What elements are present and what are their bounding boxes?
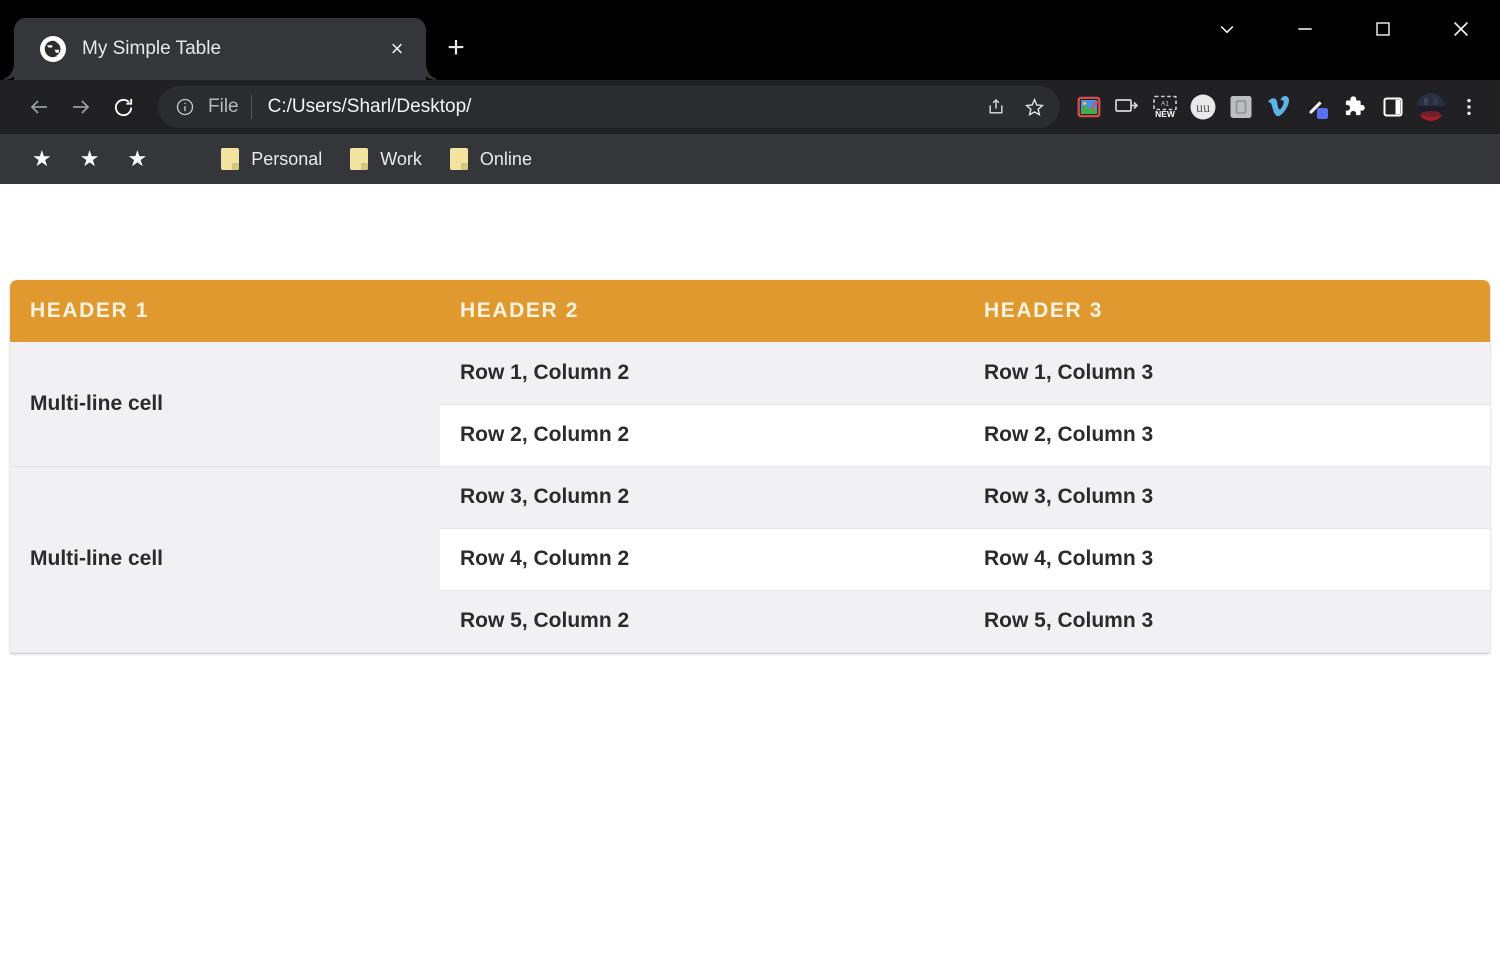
browser-tab[interactable]: My Simple Table × [14, 18, 426, 80]
table-row: Multi-line cell Row 3, Column 2 Row 3, C… [10, 466, 1490, 528]
omnibox-url[interactable]: C:/Users/Sharl/Desktop/ [268, 96, 974, 118]
vimeo-v-icon[interactable] [1260, 88, 1298, 126]
eyedropper-icon[interactable] [1298, 88, 1336, 126]
star-icon: ★ [32, 148, 52, 170]
table-body: Multi-line cell Row 1, Column 2 Row 1, C… [10, 342, 1490, 652]
three-dot-menu-icon[interactable] [1450, 88, 1488, 126]
bookmark-folder-online[interactable]: Online [440, 142, 542, 176]
omnibox-scheme-label: File [208, 96, 239, 118]
reload-icon[interactable] [102, 86, 144, 128]
puzzle-piece-icon[interactable] [1336, 88, 1374, 126]
side-panel-icon[interactable] [1374, 88, 1412, 126]
omnibox-divider [251, 95, 252, 119]
multi-line-cell: Multi-line cell [10, 342, 440, 466]
table-cell: Row 1, Column 3 [964, 342, 1490, 404]
bookmark-folder-personal[interactable]: Personal [211, 142, 332, 176]
svg-text:uu: uu [1196, 101, 1210, 116]
forward-icon[interactable] [60, 86, 102, 128]
data-table: HEADER 1 HEADER 2 HEADER 3 Multi-line ce… [10, 280, 1490, 653]
cast-icon[interactable] [1108, 88, 1146, 126]
svg-text:A1: A1 [1161, 101, 1169, 108]
bookmarks-bar: ★ ★ ★ Personal Work Online [0, 134, 1500, 184]
bookmark-label: Online [480, 149, 532, 170]
table-header-row: HEADER 1 HEADER 2 HEADER 3 [10, 280, 1490, 342]
table-cell: Row 4, Column 3 [964, 528, 1490, 590]
column-header-1[interactable]: HEADER 1 [10, 280, 440, 342]
table-cell: Row 2, Column 2 [440, 404, 964, 466]
column-header-3[interactable]: HEADER 3 [964, 280, 1490, 342]
share-icon[interactable] [980, 91, 1012, 123]
scan-new-icon[interactable]: A1 NEW [1146, 88, 1184, 126]
folder-icon [221, 148, 239, 170]
bookmark-star-3[interactable]: ★ [117, 142, 157, 176]
table-cell: Row 3, Column 3 [964, 466, 1490, 528]
star-icon: ★ [80, 148, 100, 170]
multi-line-cell: Multi-line cell [10, 466, 440, 652]
minimize-button[interactable] [1266, 0, 1344, 58]
omnibox[interactable]: File C:/Users/Sharl/Desktop/ [158, 86, 1060, 128]
table-head: HEADER 1 HEADER 2 HEADER 3 [10, 280, 1490, 342]
bookmark-label: Personal [251, 149, 322, 170]
table-row: Multi-line cell Row 1, Column 2 Row 1, C… [10, 342, 1490, 404]
bookmark-star-2[interactable]: ★ [70, 142, 110, 176]
table-cell: Row 2, Column 3 [964, 404, 1490, 466]
globe-icon [40, 36, 66, 62]
bookmark-label: Work [380, 149, 422, 170]
page-content: HEADER 1 HEADER 2 HEADER 3 Multi-line ce… [0, 184, 1500, 964]
table-cell: Row 1, Column 2 [440, 342, 964, 404]
avatar-icon[interactable] [1412, 88, 1450, 126]
new-tab-button[interactable]: + [438, 30, 474, 66]
star-icon: ★ [127, 148, 147, 170]
table-cell: Row 5, Column 3 [964, 590, 1490, 652]
browser-toolbar: File C:/Users/Sharl/Desktop/ [0, 80, 1500, 134]
table-cell: Row 5, Column 2 [440, 590, 964, 652]
svg-text:NEW: NEW [1155, 109, 1176, 119]
close-icon[interactable]: × [382, 34, 412, 64]
extension-bar: A1 NEW uu [1070, 88, 1488, 126]
tab-title: My Simple Table [82, 38, 382, 60]
info-circle-icon[interactable] [172, 94, 198, 120]
tab-strip: My Simple Table × + [0, 0, 1500, 80]
table-cell: Row 3, Column 2 [440, 466, 964, 528]
folder-icon [350, 148, 368, 170]
close-window-button[interactable] [1422, 0, 1500, 58]
image-icon[interactable] [1070, 88, 1108, 126]
bookmark-star-1[interactable]: ★ [22, 142, 62, 176]
maximize-button[interactable] [1344, 0, 1422, 58]
column-header-2[interactable]: HEADER 2 [440, 280, 964, 342]
star-outline-icon[interactable] [1018, 91, 1050, 123]
browser-window: My Simple Table × + [0, 0, 1500, 964]
back-icon[interactable] [18, 86, 60, 128]
square-m-icon[interactable] [1222, 88, 1260, 126]
table-cell: Row 4, Column 2 [440, 528, 964, 590]
circle-u-icon[interactable]: uu [1184, 88, 1222, 126]
bookmark-folder-work[interactable]: Work [340, 142, 432, 176]
tab-search-button[interactable] [1188, 0, 1266, 58]
folder-icon [450, 148, 468, 170]
window-controls [1188, 0, 1500, 58]
